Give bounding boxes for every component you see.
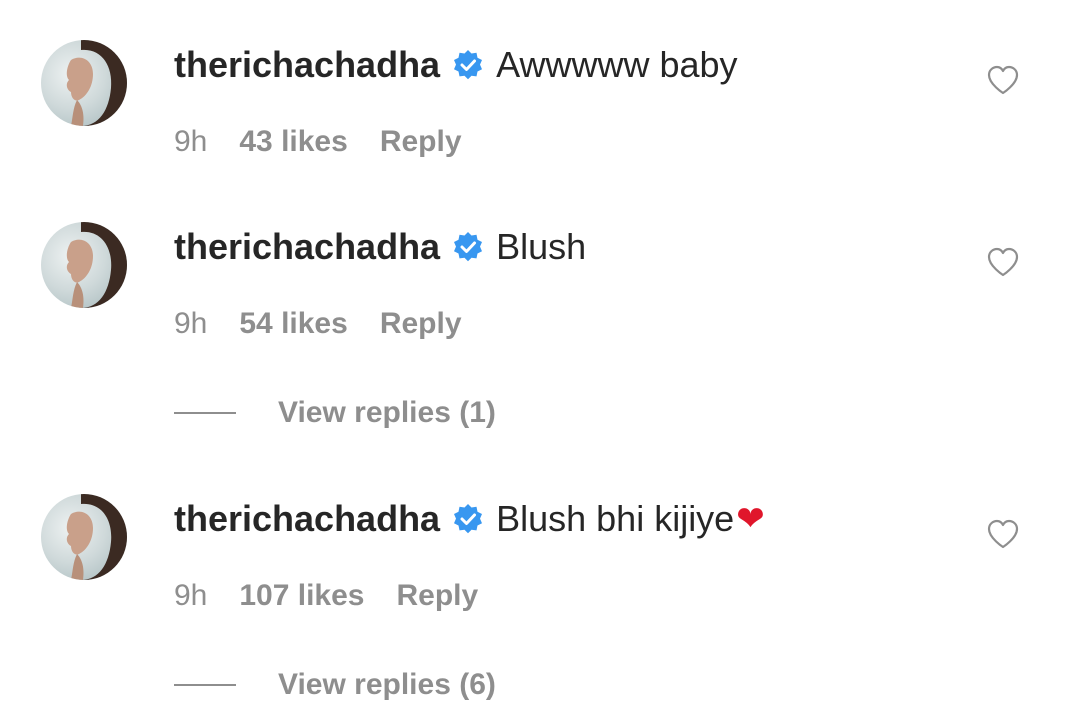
verified-badge-icon	[452, 503, 484, 535]
reply-button[interactable]: Reply	[380, 307, 462, 341]
comment-text: Blush	[496, 226, 587, 267]
comment-item: therichachadha Blush 9h 54 likes Reply	[0, 182, 1079, 340]
avatar[interactable]	[41, 494, 127, 580]
username[interactable]: therichachadha	[174, 44, 440, 86]
heart-outline-icon[interactable]	[986, 518, 1020, 550]
comment-line: therichachadha Awwwww baby	[174, 41, 738, 89]
avatar[interactable]	[41, 222, 127, 308]
timestamp: 9h	[174, 307, 208, 340]
reply-button[interactable]: Reply	[380, 125, 462, 159]
verified-badge-icon	[452, 231, 484, 263]
comment-item: therichachadha Awwwww baby 9h 43 likes R…	[0, 0, 1079, 158]
username[interactable]: therichachadha	[174, 226, 440, 268]
comment-line: therichachadha Blush	[174, 223, 586, 271]
username[interactable]: therichachadha	[174, 498, 440, 540]
timestamp: 9h	[174, 125, 208, 158]
view-replies-button[interactable]: View replies (1)	[174, 393, 496, 433]
comment-text: Blush bhi kijiye	[496, 498, 735, 539]
replies-divider	[174, 412, 236, 414]
heart-outline-icon[interactable]	[986, 246, 1020, 278]
likes-count[interactable]: 43 likes	[239, 125, 347, 159]
likes-count[interactable]: 54 likes	[239, 307, 347, 341]
red-heart-emoji: ❤	[736, 500, 765, 538]
comment-meta: 9h 43 likes Reply	[174, 122, 462, 162]
verified-badge-icon	[452, 49, 484, 81]
comment-item: therichachadha Blush bhi kijiye ❤ 9h 107…	[0, 454, 1079, 612]
heart-outline-icon[interactable]	[986, 64, 1020, 96]
reply-button[interactable]: Reply	[397, 579, 479, 613]
view-replies-label[interactable]: View replies (1)	[278, 396, 496, 430]
comment-line: therichachadha Blush bhi kijiye ❤	[174, 495, 765, 543]
view-replies-label[interactable]: View replies (6)	[278, 668, 496, 702]
view-replies-button[interactable]: View replies (6)	[174, 665, 496, 705]
comment-meta: 9h 54 likes Reply	[174, 304, 462, 344]
comment-text: Awwwww baby	[496, 44, 738, 85]
avatar[interactable]	[41, 40, 127, 126]
likes-count[interactable]: 107 likes	[239, 579, 364, 613]
comment-meta: 9h 107 likes Reply	[174, 576, 478, 616]
replies-divider	[174, 684, 236, 686]
timestamp: 9h	[174, 579, 208, 612]
